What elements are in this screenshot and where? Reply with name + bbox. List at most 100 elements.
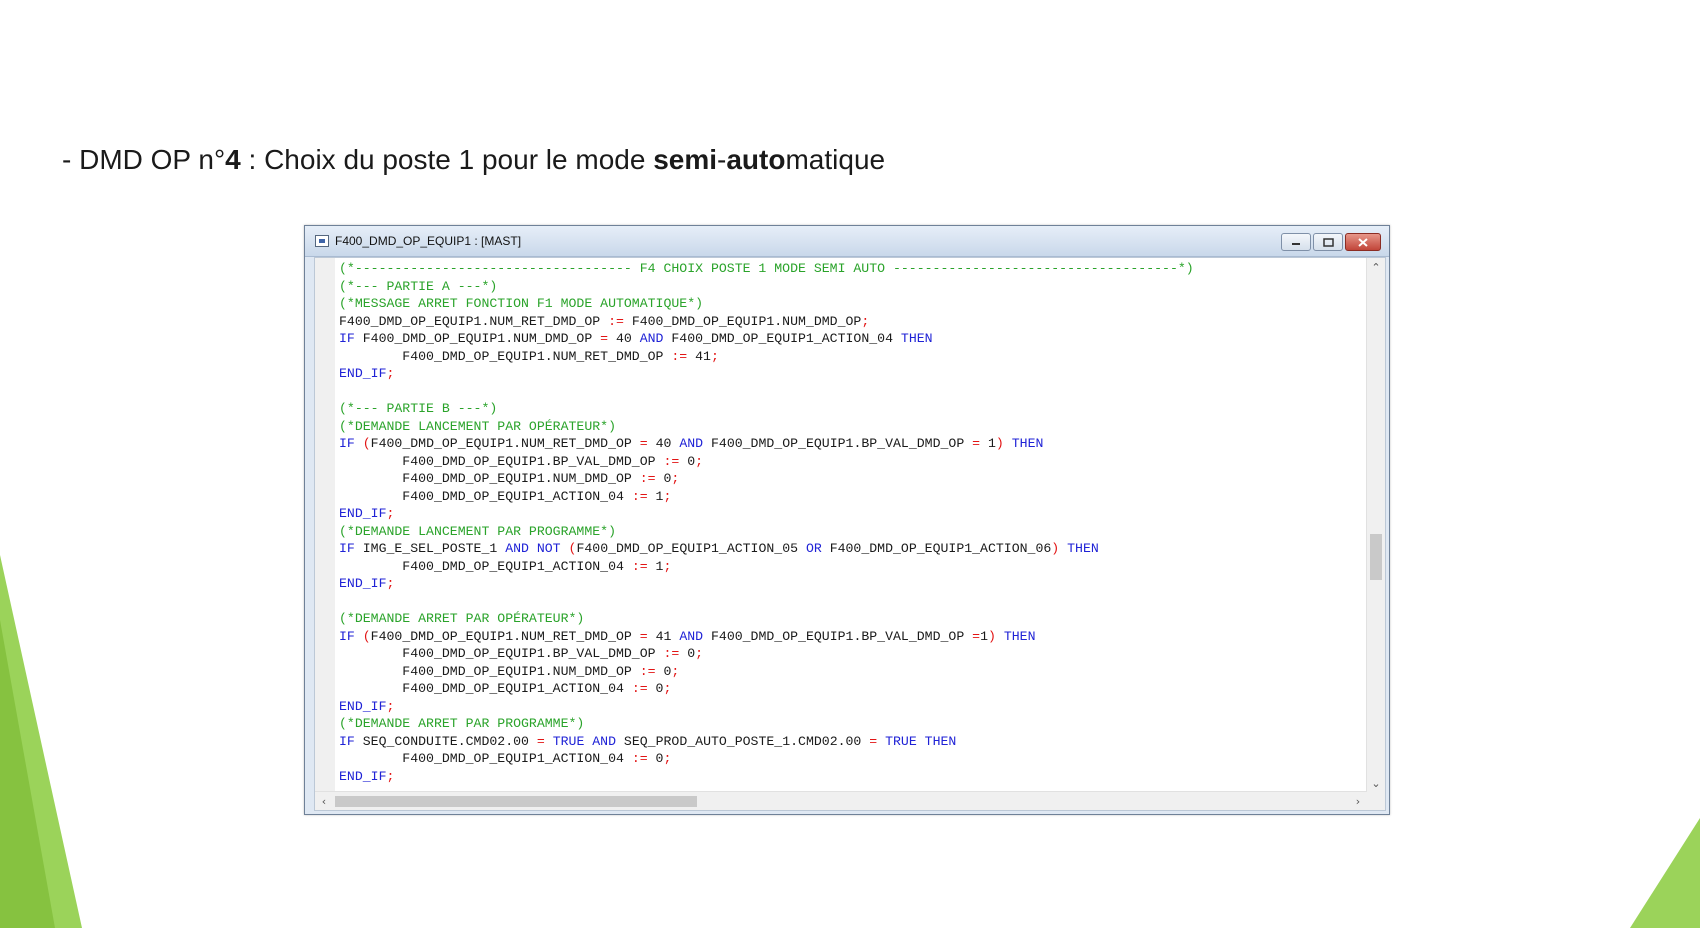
- code-token: F400_DMD_OP_EQUIP1.NUM_DMD_OP: [623, 313, 862, 329]
- code-token: END_IF: [339, 576, 387, 591]
- code-line: END_IF;: [339, 505, 1363, 523]
- title-dash: -: [717, 144, 727, 175]
- code-token: (*--- PARTIE B ---*): [339, 401, 498, 416]
- code-line: IF (F400_DMD_OP_EQUIP1.NUM_RET_DMD_OP = …: [339, 628, 1363, 646]
- title-end: matique: [785, 144, 886, 175]
- decorative-triangle-right: [1630, 818, 1700, 928]
- title-prefix: - DMD OP n°: [62, 144, 226, 175]
- maximize-button[interactable]: [1313, 233, 1343, 251]
- code-token: ;: [710, 348, 719, 364]
- close-button[interactable]: [1345, 233, 1381, 251]
- code-token: ;: [671, 663, 680, 679]
- code-token: END_IF: [339, 768, 387, 784]
- code-editor[interactable]: (*----------------------------------- F4…: [314, 257, 1386, 811]
- scroll-up-icon[interactable]: ⌃: [1367, 258, 1385, 276]
- code-token: 41: [647, 628, 680, 644]
- code-token: ;: [663, 488, 672, 504]
- code-token: END_IF: [339, 698, 387, 714]
- code-area[interactable]: (*----------------------------------- F4…: [339, 260, 1363, 790]
- code-line: (*DEMANDE LANCEMENT PAR OPÉRATEUR*): [339, 418, 1363, 436]
- code-line: IF (F400_DMD_OP_EQUIP1.NUM_RET_DMD_OP = …: [339, 435, 1363, 453]
- code-token: 0: [655, 471, 672, 486]
- code-token: 1: [647, 558, 664, 574]
- code-line: (*DEMANDE ARRET PAR OPÉRATEUR*): [339, 610, 1363, 628]
- code-token: ;: [695, 646, 704, 661]
- code-token: F400_DMD_OP_EQUIP1_ACTION_04: [339, 751, 632, 766]
- code-token: THEN: [900, 331, 933, 346]
- code-token: :=: [663, 453, 680, 469]
- horizontal-scroll-thumb[interactable]: [335, 796, 697, 807]
- code-token: =: [869, 733, 878, 749]
- window-title: F400_DMD_OP_EQUIP1 : [MAST]: [335, 234, 522, 248]
- code-token: ): [988, 628, 996, 644]
- code-token: AND: [679, 628, 704, 644]
- vertical-scrollbar[interactable]: ⌃ ⌄: [1366, 258, 1385, 792]
- code-token: 1: [980, 436, 996, 451]
- slide-title: - DMD OP n°4 : Choix du poste 1 pour le …: [62, 144, 885, 176]
- code-token: THEN: [1067, 541, 1099, 556]
- code-token: F400_DMD_OP_EQUIP1.BP_VAL_DMD_OP: [339, 453, 664, 469]
- restore-icon: [1322, 237, 1334, 247]
- code-token: =: [536, 733, 545, 749]
- code-token: F400_DMD_OP_EQUIP1.BP_VAL_DMD_OP: [703, 628, 973, 644]
- code-token: 1: [647, 488, 664, 504]
- code-token: :=: [639, 471, 656, 486]
- window-controls: [1281, 233, 1381, 251]
- code-token: ;: [386, 698, 395, 714]
- code-token: :=: [671, 348, 688, 364]
- scroll-right-icon[interactable]: ›: [1349, 792, 1367, 810]
- code-token: ;: [386, 506, 395, 521]
- code-token: IF: [339, 541, 355, 556]
- code-token: 0: [647, 751, 664, 766]
- code-token: F400_DMD_OP_EQUIP1_ACTION_04: [339, 681, 632, 696]
- code-token: ;: [663, 558, 672, 574]
- code-line: END_IF;: [339, 365, 1363, 383]
- code-token: AND NOT: [505, 541, 561, 556]
- code-token: F400_DMD_OP_EQUIP1.NUM_DMD_OP: [339, 471, 640, 486]
- code-token: SEQ_PROD_AUTO_POSTE_1.CMD02.00: [616, 733, 870, 749]
- code-editor-window: F400_DMD_OP_EQUIP1 : [MAST] (*----------…: [304, 225, 1390, 815]
- code-token: (*DEMANDE ARRET PAR OPÉRATEUR*): [339, 611, 585, 626]
- code-line: F400_DMD_OP_EQUIP1.NUM_DMD_OP := 0;: [339, 470, 1363, 488]
- resize-grip-icon[interactable]: [1367, 792, 1385, 810]
- title-bold-auto: auto: [726, 144, 786, 175]
- code-token: IMG_E_SEL_POSTE_1: [354, 541, 506, 556]
- code-line: END_IF;: [339, 575, 1363, 593]
- window-titlebar[interactable]: F400_DMD_OP_EQUIP1 : [MAST]: [305, 226, 1389, 257]
- horizontal-scrollbar[interactable]: ‹ ›: [315, 791, 1367, 810]
- code-token: =: [972, 436, 981, 451]
- code-line: F400_DMD_OP_EQUIP1.NUM_RET_DMD_OP := F40…: [339, 313, 1363, 331]
- scroll-down-icon[interactable]: ⌄: [1367, 774, 1385, 792]
- code-token: ;: [861, 313, 870, 329]
- code-token: F400_DMD_OP_EQUIP1_ACTION_04: [663, 331, 901, 346]
- scroll-left-icon[interactable]: ‹: [315, 792, 333, 810]
- code-token: END_IF: [339, 506, 387, 521]
- code-line: F400_DMD_OP_EQUIP1_ACTION_04 := 1;: [339, 488, 1363, 506]
- code-token: F400_DMD_OP_EQUIP1.BP_VAL_DMD_OP: [703, 436, 973, 451]
- code-token: (*DEMANDE ARRET PAR PROGRAMME*): [339, 716, 585, 731]
- code-line: IF IMG_E_SEL_POSTE_1 AND NOT (F400_DMD_O…: [339, 540, 1363, 558]
- code-token: (: [362, 436, 371, 451]
- code-token: F400_DMD_OP_EQUIP1.BP_VAL_DMD_OP: [339, 646, 664, 661]
- editor-gutter: [315, 258, 335, 792]
- code-token: F400_DMD_OP_EQUIP1.NUM_DMD_OP: [354, 331, 601, 346]
- minimize-icon: [1292, 243, 1300, 245]
- code-line: END_IF;: [339, 768, 1363, 786]
- code-token: F400_DMD_OP_EQUIP1.NUM_RET_DMD_OP: [339, 348, 672, 364]
- minimize-button[interactable]: [1281, 233, 1311, 251]
- code-token: ;: [386, 576, 395, 591]
- code-token: ;: [386, 768, 395, 784]
- vertical-scroll-thumb[interactable]: [1370, 534, 1382, 580]
- code-token: 0: [679, 453, 696, 469]
- code-line: F400_DMD_OP_EQUIP1.BP_VAL_DMD_OP := 0;: [339, 453, 1363, 471]
- code-token: THEN: [1003, 628, 1036, 644]
- code-token: =: [972, 628, 981, 644]
- code-token: SEQ_CONDUITE.CMD02.00: [354, 733, 537, 749]
- code-token: ;: [695, 453, 704, 469]
- code-token: F400_DMD_OP_EQUIP1.NUM_RET_DMD_OP: [339, 313, 609, 329]
- code-token: TRUE AND: [552, 733, 617, 749]
- code-line: IF F400_DMD_OP_EQUIP1.NUM_DMD_OP = 40 AN…: [339, 330, 1363, 348]
